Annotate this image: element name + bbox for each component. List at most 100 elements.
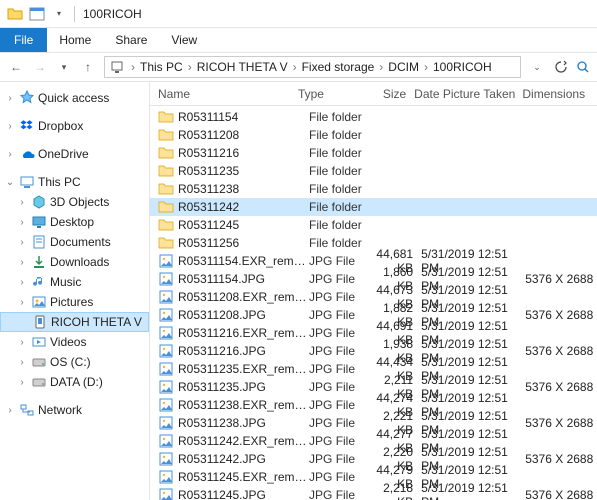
star-icon — [19, 90, 35, 106]
file-type: JPG File — [309, 308, 365, 322]
disk-icon — [31, 374, 47, 390]
tree-item-music[interactable]: ›Music — [0, 272, 149, 292]
chevron-icon[interactable]: › — [4, 405, 16, 416]
chevron-icon[interactable]: › — [4, 121, 16, 132]
tree-item-this-pc[interactable]: ⌄This PC — [0, 172, 149, 192]
chevron-icon[interactable]: › — [16, 197, 28, 208]
file-row[interactable]: R05311242File folder — [150, 198, 597, 216]
folder-icon — [158, 109, 174, 125]
chevron-right-icon[interactable]: › — [422, 60, 430, 74]
breadcrumb-segment[interactable]: Fixed storage — [299, 60, 378, 74]
tree-item-network[interactable]: ›Network — [0, 400, 149, 420]
file-type: JPG File — [309, 452, 365, 466]
chevron-icon[interactable]: › — [16, 237, 28, 248]
file-row[interactable]: R05311238File folder — [150, 180, 597, 198]
chevron-icon[interactable]: › — [4, 93, 16, 104]
docs-icon — [31, 234, 47, 250]
jpg-icon — [158, 487, 174, 500]
breadcrumb-segment[interactable]: This PC — [137, 60, 186, 74]
tree-item-documents[interactable]: ›Documents — [0, 232, 149, 252]
chevron-right-icon[interactable]: › — [291, 60, 299, 74]
file-row[interactable]: R05311154File folder — [150, 108, 597, 126]
col-type[interactable]: Type — [298, 87, 356, 101]
tree-item-data-d-[interactable]: ›DATA (D:) — [0, 372, 149, 392]
file-name: R05311245 — [178, 218, 309, 232]
device-icon — [32, 314, 48, 330]
address-bar[interactable]: › This PC › RICOH THETA V › Fixed storag… — [104, 56, 521, 78]
file-row[interactable]: R05311208File folder — [150, 126, 597, 144]
jpg-icon — [158, 433, 174, 449]
file-row[interactable]: R05311235File folder — [150, 162, 597, 180]
tree-item-quick-access[interactable]: ›Quick access — [0, 88, 149, 108]
file-type: JPG File — [309, 470, 365, 484]
chevron-right-icon[interactable]: › — [377, 60, 385, 74]
dropdown-icon[interactable]: ▾ — [51, 6, 67, 22]
recent-button[interactable]: ▾ — [52, 55, 76, 79]
col-size[interactable]: Size — [356, 87, 414, 101]
chevron-icon[interactable]: › — [16, 217, 28, 228]
file-name: R05311235.EXR_removethis.JPG — [178, 362, 309, 376]
file-row[interactable]: R05311245File folder — [150, 216, 597, 234]
tree-item-videos[interactable]: ›Videos — [0, 332, 149, 352]
window-title: 100RICOH — [83, 7, 142, 21]
chevron-right-icon[interactable]: › — [129, 60, 137, 74]
tree-label: OS (C:) — [50, 355, 91, 369]
forward-button[interactable]: → — [28, 55, 52, 79]
tree-item-3d-objects[interactable]: ›3D Objects — [0, 192, 149, 212]
file-name: R05311216 — [178, 146, 309, 160]
3d-icon — [31, 194, 47, 210]
titlebar: ▾ 100RICOH — [0, 0, 597, 28]
menu-share[interactable]: Share — [103, 28, 159, 52]
tree-item-desktop[interactable]: › Desktop — [0, 212, 149, 232]
chevron-icon[interactable]: › — [16, 277, 28, 288]
folder-icon — [158, 181, 174, 197]
jpg-icon — [158, 451, 174, 467]
tree-item-pictures[interactable]: ›Pictures — [0, 292, 149, 312]
refresh-button[interactable] — [549, 60, 573, 74]
col-date[interactable]: Date Picture Taken — [414, 87, 522, 101]
chevron-icon[interactable]: › — [16, 377, 28, 388]
chevron-icon[interactable]: › — [16, 257, 28, 268]
tree-item-onedrive[interactable]: ›OneDrive — [0, 144, 149, 164]
file-row[interactable]: R05311216File folder — [150, 144, 597, 162]
chevron-icon[interactable]: › — [16, 357, 28, 368]
col-name[interactable]: Name — [158, 87, 298, 101]
breadcrumb-segment[interactable]: 100RICOH — [430, 60, 495, 74]
desktop-icon — [31, 214, 47, 230]
file-type: JPG File — [309, 416, 365, 430]
tree-item-dropbox[interactable]: ›Dropbox — [0, 116, 149, 136]
col-dimensions[interactable]: Dimensions — [522, 87, 597, 101]
jpg-icon — [158, 289, 174, 305]
address-dropdown[interactable]: ⌄ — [525, 62, 549, 73]
jpg-icon — [158, 415, 174, 431]
tree-item-ricoh-theta-v[interactable]: RICOH THETA V — [0, 312, 149, 332]
file-row[interactable]: R05311245.JPGJPG File2,218 KB5/31/2019 1… — [150, 486, 597, 500]
file-name: R05311256 — [178, 236, 309, 250]
explorer-icon — [29, 6, 45, 22]
chevron-right-icon[interactable]: › — [186, 60, 194, 74]
back-button[interactable]: ← — [4, 55, 28, 79]
tree-item-downloads[interactable]: ›Downloads — [0, 252, 149, 272]
up-button[interactable]: ↑ — [76, 55, 100, 79]
chevron-icon[interactable]: › — [16, 337, 28, 348]
jpg-icon — [158, 325, 174, 341]
breadcrumb-segment[interactable]: DCIM — [385, 60, 422, 74]
menu-view[interactable]: View — [159, 28, 209, 52]
chevron-icon[interactable]: ⌄ — [4, 177, 16, 188]
tree-item-os-c-[interactable]: › OS (C:) — [0, 352, 149, 372]
breadcrumb-segment[interactable]: RICOH THETA V — [194, 60, 291, 74]
folder-icon — [7, 6, 23, 22]
menubar: File Home Share View — [0, 28, 597, 52]
search-icon[interactable] — [573, 60, 593, 74]
menu-file[interactable]: File — [0, 28, 47, 52]
menu-home[interactable]: Home — [47, 28, 103, 52]
pc-icon — [19, 174, 35, 190]
file-name: R05311154.EXR_removethis.JPG — [178, 254, 309, 268]
chevron-icon[interactable]: › — [4, 149, 16, 160]
tree-label: Desktop — [50, 215, 94, 229]
file-type: File folder — [309, 218, 365, 232]
net-icon — [19, 402, 35, 418]
chevron-icon[interactable]: › — [16, 297, 28, 308]
file-name: R05311216.EXR_removethis.JPG — [178, 326, 309, 340]
file-name: R05311208 — [178, 128, 309, 142]
